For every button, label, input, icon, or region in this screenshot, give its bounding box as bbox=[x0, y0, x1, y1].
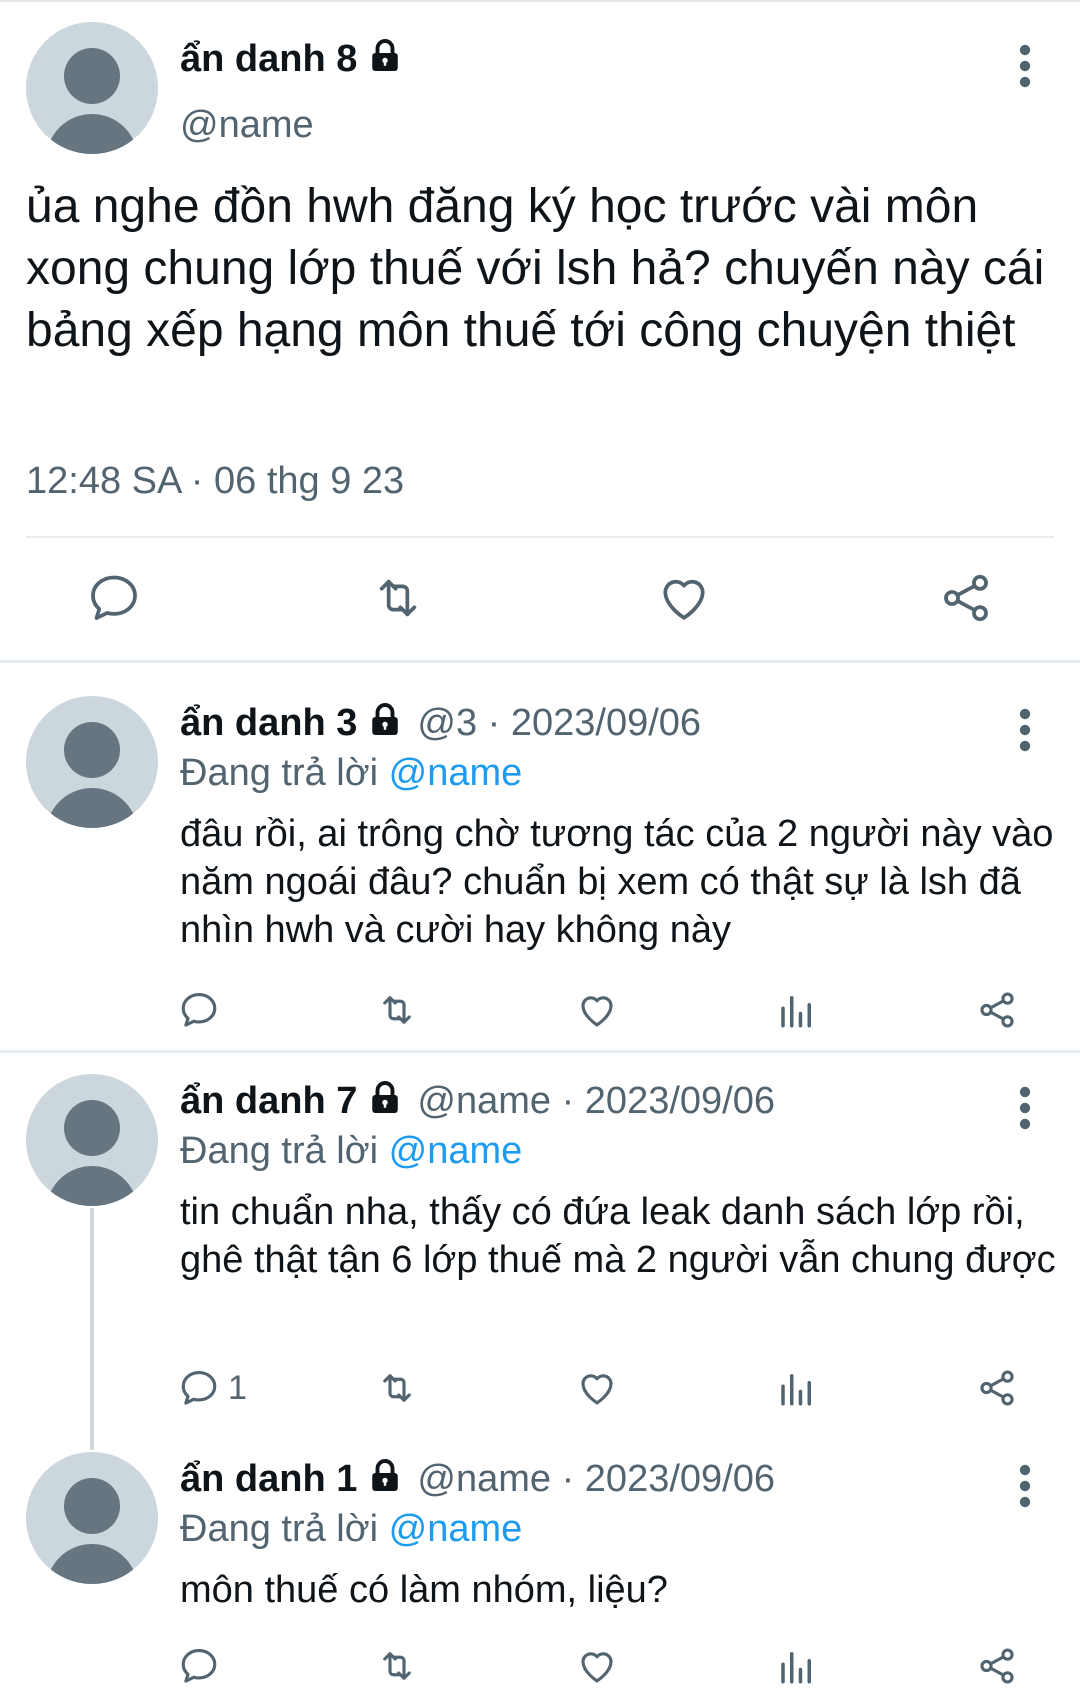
retweet-icon[interactable] bbox=[376, 1644, 418, 1688]
author-handle[interactable]: @name bbox=[180, 104, 314, 147]
analytics-icon[interactable] bbox=[776, 988, 818, 1032]
reply-icon bbox=[181, 1371, 217, 1405]
like-icon[interactable] bbox=[576, 1644, 618, 1688]
author-name[interactable]: ẩn danh 1 bbox=[180, 1458, 357, 1500]
share-icon[interactable] bbox=[976, 988, 1018, 1032]
share-icon[interactable] bbox=[976, 1366, 1018, 1410]
author-handle[interactable]: @name bbox=[417, 1080, 551, 1122]
author-handle[interactable]: @name bbox=[417, 1458, 551, 1500]
separator-dot: · bbox=[477, 702, 511, 744]
lock-icon bbox=[367, 1080, 403, 1116]
more-options-icon[interactable] bbox=[1015, 1086, 1035, 1130]
lock-icon bbox=[367, 38, 403, 74]
avatar-body-shape bbox=[46, 788, 138, 828]
reply-tweet: ẩn danh 1 @name · 2023/09/06 Đang trả lời… bbox=[0, 1418, 1080, 1703]
reply-count: 1 bbox=[228, 1368, 247, 1407]
replying-to: Đang trả lời @name bbox=[180, 752, 522, 795]
avatar-head-shape bbox=[64, 722, 120, 778]
reply-header: ẩn danh 7 @name · 2023/09/06 bbox=[180, 1080, 775, 1123]
retweet-icon[interactable] bbox=[370, 570, 426, 626]
mention-link[interactable]: @name bbox=[389, 1508, 523, 1550]
analytics-icon[interactable] bbox=[776, 1366, 818, 1410]
more-options-icon[interactable] bbox=[1015, 44, 1035, 88]
avatar-body-shape bbox=[46, 114, 138, 154]
reply-header: ẩn danh 3 @3 · 2023/09/06 bbox=[180, 702, 701, 745]
reply-action[interactable] bbox=[178, 988, 228, 1032]
reply-action[interactable]: 1 bbox=[178, 1366, 247, 1410]
avatar[interactable] bbox=[26, 22, 158, 154]
reply-text: tin chuẩn nha, thấy có đứa leak danh sác… bbox=[180, 1191, 1056, 1281]
author-name-row[interactable]: ẩn danh 8 bbox=[180, 38, 403, 81]
reply-actions: 1 bbox=[0, 1366, 1080, 1416]
like-icon[interactable] bbox=[576, 988, 618, 1032]
lock-icon bbox=[367, 702, 403, 738]
reply-icon[interactable] bbox=[86, 570, 142, 626]
tweet-text: ủa nghe đồn hwh đăng ký học trước vài mô… bbox=[26, 180, 1045, 357]
mention-link[interactable]: @name bbox=[389, 1130, 523, 1172]
more-options-icon[interactable] bbox=[1015, 1464, 1035, 1508]
retweet-icon[interactable] bbox=[376, 988, 418, 1032]
avatar-body-shape bbox=[46, 1544, 138, 1584]
author-name[interactable]: ẩn danh 7 bbox=[180, 1080, 357, 1122]
reply-date[interactable]: 2023/09/06 bbox=[585, 1458, 775, 1500]
author-name[interactable]: ẩn danh 3 bbox=[180, 702, 357, 744]
main-tweet: ẩn danh 8 @name ủa nghe đồn hwh đăng ký … bbox=[0, 0, 1080, 662]
avatar-body-shape bbox=[46, 1166, 138, 1206]
reply-text: môn thuế có làm nhóm, liệu? bbox=[180, 1569, 668, 1611]
mention-link[interactable]: @name bbox=[389, 752, 523, 794]
lock-icon bbox=[367, 1458, 403, 1494]
tweet-timestamp[interactable]: 12:48 SA · 06 thg 9 23 bbox=[26, 460, 404, 503]
avatar-head-shape bbox=[64, 48, 120, 104]
separator-dot: · bbox=[551, 1080, 585, 1122]
like-icon[interactable] bbox=[576, 1366, 618, 1410]
more-options-icon[interactable] bbox=[1015, 708, 1035, 752]
share-icon[interactable] bbox=[976, 1644, 1018, 1688]
reply-header: ẩn danh 1 @name · 2023/09/06 bbox=[180, 1458, 775, 1501]
reply-date[interactable]: 2023/09/06 bbox=[511, 702, 701, 744]
divider bbox=[26, 536, 1054, 538]
avatar-head-shape bbox=[64, 1478, 120, 1534]
retweet-icon[interactable] bbox=[376, 1366, 418, 1410]
avatar[interactable] bbox=[26, 696, 158, 828]
replying-prefix: Đang trả lời bbox=[180, 1508, 389, 1550]
like-icon[interactable] bbox=[656, 570, 712, 626]
reply-actions bbox=[0, 1644, 1080, 1694]
reply-date[interactable]: 2023/09/06 bbox=[585, 1080, 775, 1122]
replying-prefix: Đang trả lời bbox=[180, 1130, 389, 1172]
avatar[interactable] bbox=[26, 1074, 158, 1206]
reply-action[interactable] bbox=[178, 1644, 228, 1688]
share-icon[interactable] bbox=[938, 570, 994, 626]
separator-dot: · bbox=[551, 1458, 585, 1500]
replying-to: Đang trả lời @name bbox=[180, 1130, 522, 1173]
reply-tweet: ẩn danh 3 @3 · 2023/09/06 Đang trả lời @n… bbox=[0, 662, 1080, 1050]
avatar-head-shape bbox=[64, 1100, 120, 1156]
reply-icon bbox=[181, 993, 217, 1027]
analytics-icon[interactable] bbox=[776, 1644, 818, 1688]
replying-to: Đang trả lời @name bbox=[180, 1508, 522, 1551]
avatar[interactable] bbox=[26, 1452, 158, 1584]
replying-prefix: Đang trả lời bbox=[180, 752, 389, 794]
reply-tweet: ẩn danh 7 @name · 2023/09/06 Đang trả lời… bbox=[0, 1040, 1080, 1420]
reply-actions bbox=[0, 988, 1080, 1038]
author-handle[interactable]: @3 bbox=[417, 702, 477, 744]
reply-text: đâu rồi, ai trông chờ tương tác của 2 ng… bbox=[180, 813, 1054, 951]
author-name[interactable]: ẩn danh 8 bbox=[180, 38, 357, 80]
reply-icon bbox=[181, 1649, 217, 1683]
